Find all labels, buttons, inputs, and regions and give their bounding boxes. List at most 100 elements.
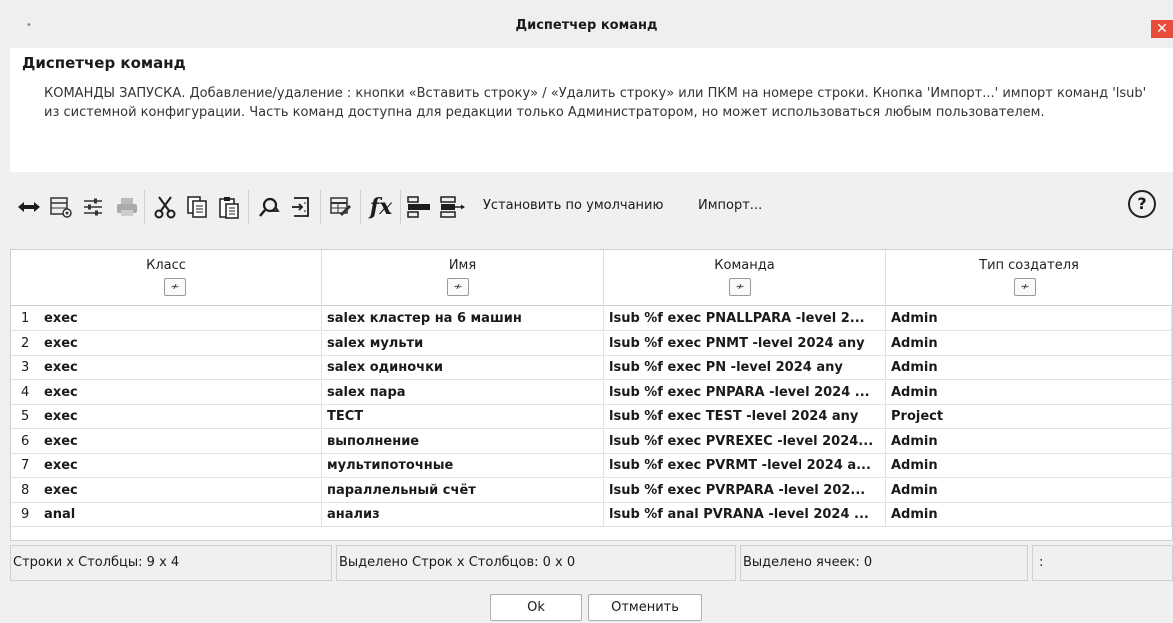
window-title: Диспетчер команд [515, 18, 658, 33]
table-cell-creator[interactable]: Admin [886, 454, 1172, 478]
table-cell-cls[interactable]: exec [39, 478, 322, 503]
import-button[interactable]: Импорт... [698, 198, 762, 213]
row-number[interactable]: 6 [11, 430, 39, 454]
table-cell-cmd[interactable]: lsub %f exec TEST -level 2024 any [604, 405, 886, 429]
status-extra: : [1032, 545, 1173, 581]
print-icon[interactable] [112, 190, 142, 224]
filter-icon[interactable]: ≁ [1014, 278, 1036, 296]
edit-table-icon[interactable] [326, 190, 356, 224]
toolbar-separator [360, 190, 361, 224]
table-cell-name[interactable]: ТЕСТ [322, 405, 604, 429]
row-number[interactable]: 3 [11, 356, 39, 380]
close-button[interactable]: ✕ [1151, 20, 1173, 38]
table-row[interactable]: 6 exec выполнение lsub %f exec PVREXEC -lev… [11, 429, 1172, 454]
table-cell-cmd[interactable]: lsub %f exec PNMT -level 2024 any [604, 331, 886, 356]
table-row[interactable]: 7 exec мультипоточные lsub %f exec PVRMT -l… [11, 454, 1172, 478]
toolbar-separator [144, 190, 145, 224]
table-cell-creator[interactable]: Admin [886, 307, 1172, 331]
table-cell-name[interactable]: выполнение [322, 429, 604, 454]
resize-columns-icon[interactable] [14, 190, 44, 224]
table-cell-cmd[interactable]: lsub %f exec PNPARA -level 2024 ... [604, 380, 886, 405]
table-row[interactable]: 1 exec salex кластер на 6 машин lsub %f exe… [11, 307, 1172, 331]
table-cell-name[interactable]: salex мульти [322, 331, 604, 356]
table-cell-name[interactable]: параллельный счёт [322, 478, 604, 503]
cancel-button[interactable]: Отменить [588, 594, 702, 621]
toolbar-separator [248, 190, 249, 224]
table-cell-cls[interactable]: exec [39, 429, 322, 454]
table-cell-creator[interactable]: Admin [886, 429, 1172, 454]
toolbar-separator [320, 190, 321, 224]
table-cell-creator[interactable]: Admin [886, 356, 1172, 380]
cut-icon[interactable] [150, 190, 180, 224]
copy-icon[interactable] [182, 190, 212, 224]
delete-row-icon[interactable] [438, 190, 468, 224]
set-default-button[interactable]: Установить по умолчанию [483, 198, 663, 213]
goto-icon[interactable] [286, 190, 316, 224]
table-row[interactable]: 4 exec salex пара lsub %f exec PNPARA -leve… [11, 380, 1172, 405]
paste-icon[interactable] [214, 190, 244, 224]
table-cell-creator[interactable]: Admin [886, 478, 1172, 503]
column-label: Имя [448, 258, 477, 273]
search-replace-icon[interactable] [254, 190, 284, 224]
filter-icon[interactable]: ≁ [729, 278, 751, 296]
description-text: КОМАНДЫ ЗАПУСКА. Добавление/удаление : к… [44, 86, 1147, 120]
row-number[interactable]: 4 [11, 381, 39, 405]
table-cell-name[interactable]: salex одиночки [322, 356, 604, 380]
page-title: Диспетчер команд [22, 54, 186, 72]
table-cell-cmd[interactable]: lsub %f exec PVREXEC -level 2024... [604, 429, 886, 454]
view-table-icon[interactable] [46, 190, 76, 224]
column-label: Команда [714, 258, 775, 273]
table-cell-creator[interactable]: Admin [886, 380, 1172, 405]
table-cell-cls[interactable]: exec [39, 331, 322, 356]
table-cell-cls[interactable]: anal [39, 503, 322, 527]
table-cell-name[interactable]: мультипоточные [322, 454, 604, 478]
help-icon[interactable]: ? [1128, 190, 1156, 218]
function-icon[interactable]: fx [366, 190, 396, 224]
table-row[interactable]: 2 exec salex мульти lsub %f exec PNMT -leve… [11, 331, 1172, 356]
table-cell-name[interactable]: анализ [322, 503, 604, 527]
table-cell-creator[interactable]: Admin [886, 331, 1172, 356]
table-cell-creator[interactable]: Project [886, 405, 1172, 429]
table-cell-cls[interactable]: exec [39, 380, 322, 405]
ok-button[interactable]: Ok [490, 594, 582, 621]
table-cell-cmd[interactable]: lsub %f exec PVRPARA -level 202... [604, 478, 886, 503]
commands-table: Класс ≁ Имя ≁ Команда ≁ Тип создателя ≁ … [10, 249, 1173, 541]
column-header-class[interactable]: Класс ≁ [11, 250, 322, 306]
column-label: Тип создателя [979, 258, 1079, 273]
table-cell-name[interactable]: salex кластер на 6 машин [322, 307, 604, 331]
toolbar-separator [400, 190, 401, 224]
row-number[interactable]: 8 [11, 479, 39, 503]
row-number[interactable]: 2 [11, 332, 39, 356]
table-row[interactable]: 9 anal анализ lsub %f anal PVRANA -level 20… [11, 503, 1172, 527]
toolbar: fx Установить по умолчанию Импорт... ? [10, 176, 1173, 238]
status-bar: Строки х Столбцы: 9 x 4 Выделено Строк х… [0, 545, 1173, 581]
row-number[interactable]: 9 [11, 503, 39, 527]
row-number[interactable]: 5 [11, 405, 39, 429]
table-cell-cls[interactable]: exec [39, 454, 322, 478]
row-number[interactable]: 7 [11, 454, 39, 478]
column-header-creator-type[interactable]: Тип создателя ≁ [886, 250, 1172, 306]
filter-icon[interactable]: ≁ [164, 278, 186, 296]
table-cell-cmd[interactable]: lsub %f anal PVRANA -level 2024 ... [604, 503, 886, 527]
table-cell-cls[interactable]: exec [39, 405, 322, 429]
insert-row-icon[interactable] [404, 190, 434, 224]
title-bar: • Диспетчер команд ✕ [0, 0, 1173, 48]
settings-lines-icon[interactable] [78, 190, 108, 224]
column-header-name[interactable]: Имя ≁ [322, 250, 604, 306]
table-cell-cls[interactable]: exec [39, 356, 322, 380]
filter-icon[interactable]: ≁ [447, 278, 469, 296]
table-cell-cmd[interactable]: lsub %f exec PVRMT -level 2024 a... [604, 454, 886, 478]
table-cell-cmd[interactable]: lsub %f exec PN -level 2024 any [604, 356, 886, 380]
column-label: Класс [146, 258, 186, 273]
row-number[interactable]: 1 [11, 307, 39, 331]
table-cell-creator[interactable]: Admin [886, 503, 1172, 527]
status-selected-rows-cols: Выделено Строк х Столбцов: 0 x 0 [336, 545, 736, 581]
table-cell-cmd[interactable]: lsub %f exec PNALLPARA -level 2... [604, 307, 886, 331]
table-row[interactable]: 8 exec параллельный счёт lsub %f exec PVRPA… [11, 478, 1172, 503]
table-cell-name[interactable]: salex пара [322, 380, 604, 405]
table-cell-cls[interactable]: exec [39, 307, 322, 331]
header-panel: Диспетчер команд КОМАНДЫ ЗАПУСКА. Добавл… [10, 48, 1173, 172]
table-row[interactable]: 5 exec ТЕСТ lsub %f exec TEST -level 2024 a… [11, 405, 1172, 429]
column-header-command[interactable]: Команда ≁ [604, 250, 886, 306]
table-row[interactable]: 3 exec salex одиночки lsub %f exec PN -leve… [11, 356, 1172, 380]
